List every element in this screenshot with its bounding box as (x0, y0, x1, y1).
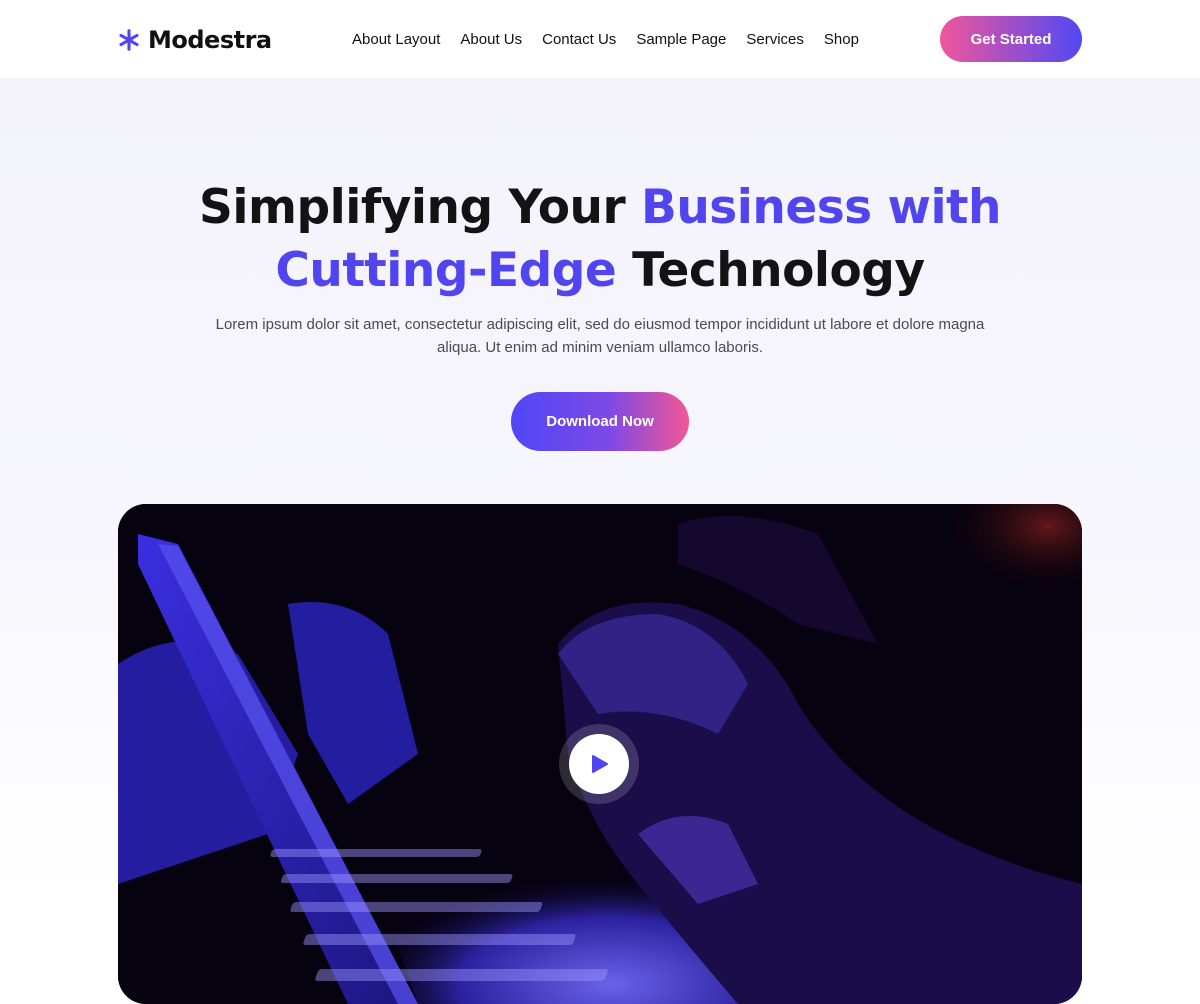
play-icon (592, 755, 608, 773)
main-nav: About Layout About Us Contact Us Sample … (352, 28, 859, 50)
hero-title-accent1: Business with (641, 180, 1001, 235)
asterisk-icon (119, 29, 139, 51)
hero-section: Simplifying Your Business with Cutting-Ed… (0, 78, 1200, 1004)
hero-title: Simplifying Your Business with Cutting-Ed… (100, 176, 1100, 302)
hero-video[interactable] (118, 504, 1082, 1004)
hero-title-part1: Simplifying Your (199, 180, 641, 235)
nav-item-about-layout[interactable]: About Layout (352, 31, 440, 48)
nav-item-about-us[interactable]: About Us (460, 31, 522, 48)
nav-item-contact-us[interactable]: Contact Us (542, 31, 616, 48)
hero-title-accent2: Cutting-Edge (275, 243, 617, 298)
nav-item-services[interactable]: Services (746, 31, 804, 48)
brand-name: Modestra (148, 26, 272, 54)
nav-item-sample-page[interactable]: Sample Page (636, 31, 726, 48)
hero-description: Lorem ipsum dolor sit amet, consectetur … (215, 316, 985, 356)
download-now-button[interactable]: Download Now (511, 392, 689, 451)
play-button-inner (569, 734, 629, 794)
site-logo[interactable]: Modestra (118, 24, 272, 56)
get-started-button[interactable]: Get Started (940, 16, 1082, 62)
hero-title-part2: Technology (616, 243, 925, 298)
site-header: Modestra About Layout About Us Contact U… (0, 0, 1200, 78)
play-button[interactable] (559, 724, 639, 804)
nav-item-shop[interactable]: Shop (824, 31, 859, 48)
